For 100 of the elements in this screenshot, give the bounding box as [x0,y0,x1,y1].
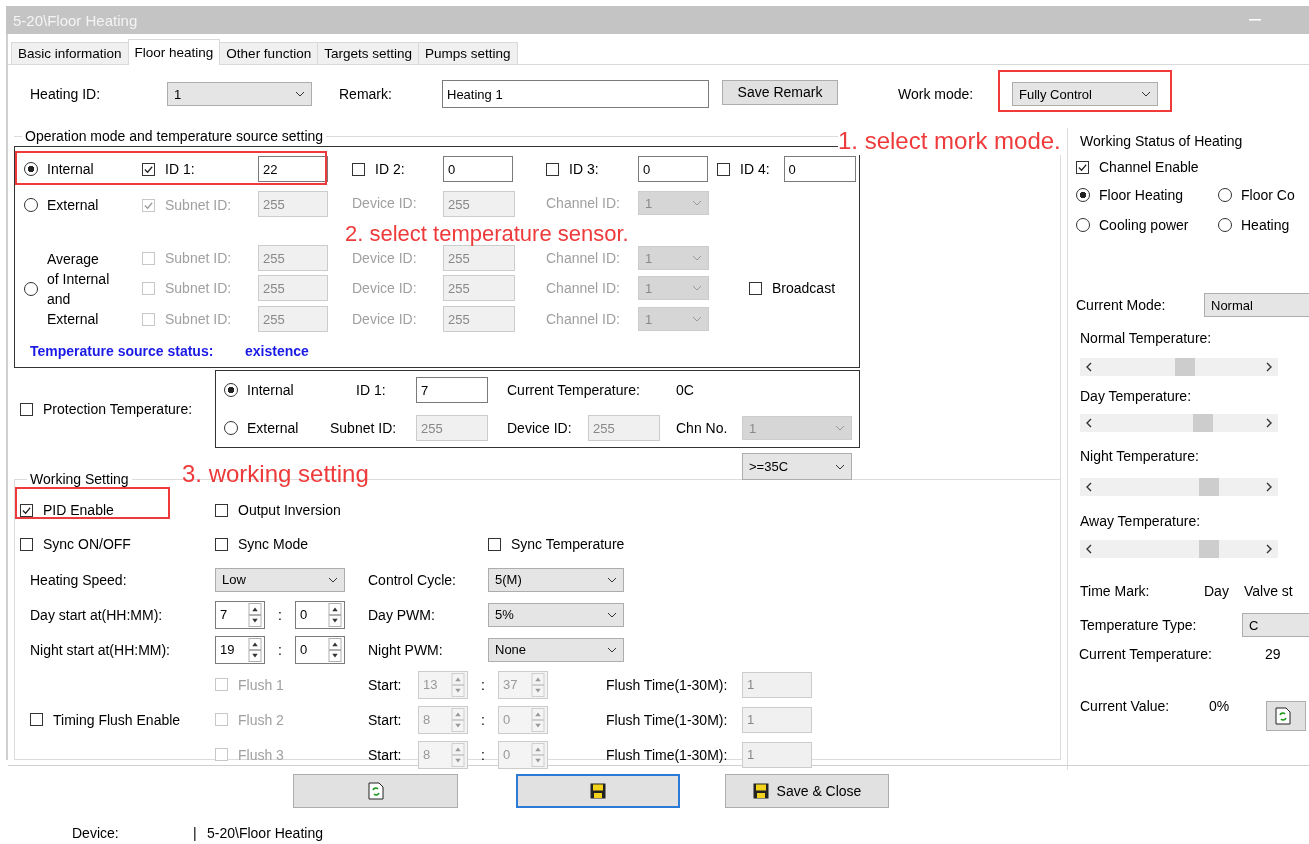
checkbox[interactable]: PID Enable [20,502,114,518]
valve-status-label: Valve st [1244,583,1293,599]
spin-arrows-icon [451,672,465,697]
radio-button[interactable]: External [224,420,299,436]
device-label: Device: [72,825,120,841]
radio-button[interactable]: Heating [1218,217,1290,233]
broadcast-checkbox[interactable]: Broadcast [749,280,836,296]
checkbox[interactable]: Sync Mode [215,536,309,552]
slider-thumb[interactable] [1174,358,1195,376]
radio-button[interactable]: Internal [24,161,94,177]
chevron-left-icon [1086,482,1092,492]
channel-enable-checkbox[interactable]: Channel Enable [1076,159,1199,175]
tab[interactable]: Basic information [11,42,129,64]
radio-button[interactable]: Floor Co [1218,187,1295,203]
radio-button[interactable]: External [24,197,99,213]
heating-id-dropdown[interactable]: 1 [167,82,312,106]
pwm-dropdown[interactable]: None [488,637,624,662]
time-separator: : [277,641,283,658]
id-field[interactable]: 0 [783,156,856,182]
tab[interactable]: Floor heating [127,39,221,65]
group-title: Working Setting [29,472,130,486]
minute-spin-box[interactable]: 0 [295,635,345,664]
heating-speed-dropdown[interactable]: Low [215,567,345,592]
checkbox[interactable]: ID 2: [352,161,405,177]
chevron-left-icon [1086,362,1092,372]
refresh-button[interactable] [1266,701,1306,731]
device-name: 5-20\Floor Heating [207,825,323,841]
temperature-slider[interactable] [1080,478,1278,496]
threshold-dropdown[interactable]: >=35C [742,453,852,480]
checkbox[interactable]: Protection Temperature: [20,401,193,417]
chevron-left-icon [1086,418,1092,428]
current-temperature-label: Current Temperature: [1079,646,1213,662]
hour-spin-box[interactable]: 7 [215,600,265,629]
checkbox[interactable]: ID 3: [546,161,599,177]
checkbox[interactable]: Sync Temperature [488,536,625,552]
current-value: 0% [1209,698,1231,714]
chevron-down-icon [692,255,702,261]
slider-thumb[interactable] [1198,540,1219,558]
radio-button[interactable]: Cooling power [1076,217,1189,233]
checkbox[interactable]: ID 1: [142,161,195,177]
current-temperature-value: 0C [676,382,695,398]
checkbox[interactable]: Output Inversion [215,502,341,518]
radio-button[interactable]: Average of Internal and External [24,249,113,329]
separator-mark: | [193,825,198,841]
device-id-label: Device ID: [507,420,573,436]
radio-button[interactable]: Internal [224,382,294,398]
temperature-slider[interactable] [1080,414,1278,432]
minute-spin-box[interactable]: 0 [295,600,345,629]
pwm-dropdown[interactable]: 5% [488,602,624,627]
flush-time-label: Flush Time(1-30M): [606,676,729,693]
tab[interactable]: Pumps setting [417,42,518,64]
start-time-label: Night start at(HH:MM): [29,641,171,658]
id-field[interactable]: 0 [638,156,708,182]
save-remark-button[interactable]: Save Remark [722,79,838,105]
minimize-icon[interactable] [1249,19,1261,21]
chevron-right-icon [1266,544,1272,554]
refresh-icon [367,782,384,800]
temperature-label: Night Temperature: [1080,447,1199,465]
save-button[interactable]: Save & Close [725,774,889,808]
spin-arrows-icon [328,637,342,662]
chevron-down-icon [692,285,702,291]
id-field[interactable]: 22 [258,156,328,182]
current-temperature-label: Current Temperature: [507,382,641,398]
checkbox[interactable]: ID 4: [717,161,770,177]
heating-id-label: Heating ID: [30,86,102,102]
chevron-down-icon [1141,91,1151,97]
remark-field[interactable]: Heating 1 [442,80,709,108]
refresh-icon [1275,707,1291,725]
time-separator: : [277,606,283,623]
flush-time-label: Flush Time(1-30M): [606,746,729,763]
flush-time-label: Flush Time(1-30M): [606,711,729,728]
spin-arrows-icon [451,707,465,732]
spin-arrows-icon [248,602,262,627]
tab[interactable]: Targets setting [317,42,419,64]
device-id-label: Device ID: [352,250,418,266]
hour-spin-box[interactable]: 19 [215,635,265,664]
temperature-slider[interactable] [1080,540,1278,558]
id-field[interactable]: 0 [443,156,513,182]
channel-id-label: Channel ID: [546,280,621,296]
chevron-down-icon [835,425,845,431]
temperature-type-dropdown[interactable]: C [1242,613,1309,637]
slider-thumb[interactable] [1192,414,1213,432]
current-mode-dropdown[interactable]: Normal [1204,293,1309,317]
control-cycle-dropdown[interactable]: 5(M) [488,567,624,592]
work-mode-dropdown[interactable]: Fully Control [1012,82,1158,106]
id-field[interactable]: 7 [416,377,488,403]
status-label: Temperature source status: [30,343,215,359]
save-button[interactable] [516,774,680,808]
slider-thumb[interactable] [1198,478,1219,496]
checkbox[interactable]: Sync ON/OFF [20,536,131,552]
refresh-button[interactable] [293,774,458,808]
temperature-slider[interactable] [1080,358,1278,376]
temperature-label: Away Temperature: [1080,512,1201,530]
start-label: Start: [368,746,403,763]
spin-arrows-icon [531,672,545,697]
chevron-down-icon [607,576,617,583]
radio-button[interactable]: Floor Heating [1076,187,1184,203]
annotation-text: 3. working setting [182,462,369,486]
checkbox[interactable]: Timing Flush Enable [30,711,181,728]
tab[interactable]: Other function [219,42,319,64]
